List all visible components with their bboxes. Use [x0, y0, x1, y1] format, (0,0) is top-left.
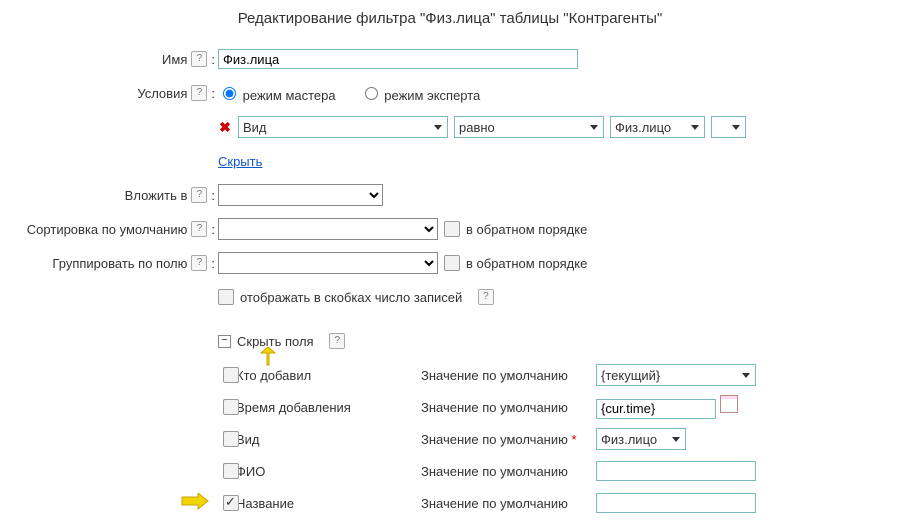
- condition-extra-select[interactable]: [711, 116, 746, 138]
- default-value-input[interactable]: [596, 399, 716, 419]
- name-input[interactable]: [218, 49, 578, 69]
- default-value-label: Значение по умолчанию: [421, 464, 596, 479]
- help-icon[interactable]: ?: [191, 255, 207, 271]
- help-icon[interactable]: ?: [191, 187, 207, 203]
- default-value-input[interactable]: [596, 461, 756, 481]
- default-value-label: Значение по умолчанию *: [421, 432, 596, 447]
- name-label: Имя: [162, 52, 187, 67]
- group-by-label: Группировать по полю: [52, 256, 187, 271]
- hide-field-row: Кто добавилЗначение по умолчанию {текущи…: [0, 363, 900, 387]
- reverse-sort-checkbox[interactable]: [444, 221, 460, 237]
- help-icon[interactable]: ?: [191, 85, 207, 101]
- field-name-label: Название: [236, 496, 421, 511]
- hide-field-checkbox[interactable]: [223, 399, 239, 415]
- default-sort-select[interactable]: [218, 218, 438, 240]
- help-icon[interactable]: ?: [329, 333, 345, 349]
- hide-field-checkbox[interactable]: [223, 463, 239, 479]
- reverse-group-checkbox[interactable]: [444, 255, 460, 271]
- hide-field-checkbox[interactable]: [223, 495, 239, 511]
- default-value-input[interactable]: [596, 493, 756, 513]
- hide-field-row: ВидЗначение по умолчанию *Физ.лицо: [0, 427, 900, 451]
- hide-field-row: Время добавленияЗначение по умолчанию: [0, 395, 900, 419]
- condition-op-select[interactable]: равно: [454, 116, 604, 138]
- hide-field-row: ФИОЗначение по умолчанию: [0, 459, 900, 483]
- calendar-icon[interactable]: [720, 395, 738, 413]
- field-name-label: Время добавления: [236, 400, 421, 415]
- mode-master-radio[interactable]: режим мастера: [218, 84, 336, 103]
- mode-expert-radio[interactable]: режим эксперта: [360, 84, 481, 103]
- condition-field-select[interactable]: Вид: [238, 116, 448, 138]
- show-count-checkbox[interactable]: [218, 289, 234, 305]
- condition-value-select[interactable]: Физ.лицо: [610, 116, 705, 138]
- hide-field-checkbox[interactable]: [223, 431, 239, 447]
- reverse-sort-label: в обратном порядке: [466, 222, 587, 237]
- default-sort-label: Сортировка по умолчанию: [27, 222, 188, 237]
- default-value-label: Значение по умолчанию: [421, 496, 596, 511]
- collapse-toggle-icon[interactable]: −: [218, 335, 231, 348]
- help-icon[interactable]: ?: [191, 51, 207, 67]
- delete-condition-icon[interactable]: ✖: [218, 119, 232, 136]
- default-value-select[interactable]: Физ.лицо: [596, 428, 686, 450]
- nest-in-label: Вложить в: [125, 188, 188, 203]
- field-name-label: Вид: [236, 432, 421, 447]
- help-icon[interactable]: ?: [478, 289, 494, 305]
- group-by-select[interactable]: [218, 252, 438, 274]
- reverse-group-label: в обратном порядке: [466, 256, 587, 271]
- nest-in-select[interactable]: [218, 184, 383, 206]
- conditions-label: Условия: [137, 86, 187, 101]
- arrow-callout-icon: [180, 493, 210, 513]
- hide-field-checkbox[interactable]: [223, 367, 239, 383]
- field-name-label: Кто добавил: [236, 368, 421, 383]
- page-title: Редактирование фильтра "Физ.лица" таблиц…: [0, 10, 900, 27]
- default-value-label: Значение по умолчанию: [421, 400, 596, 415]
- hide-link[interactable]: Скрыть: [218, 154, 262, 169]
- show-count-label: отображать в скобках число записей: [240, 290, 462, 305]
- default-value-label: Значение по умолчанию: [421, 368, 596, 383]
- default-value-select[interactable]: {текущий}: [596, 364, 756, 386]
- hide-field-row: НазваниеЗначение по умолчанию: [0, 491, 900, 515]
- field-name-label: ФИО: [236, 464, 421, 479]
- help-icon[interactable]: ?: [191, 221, 207, 237]
